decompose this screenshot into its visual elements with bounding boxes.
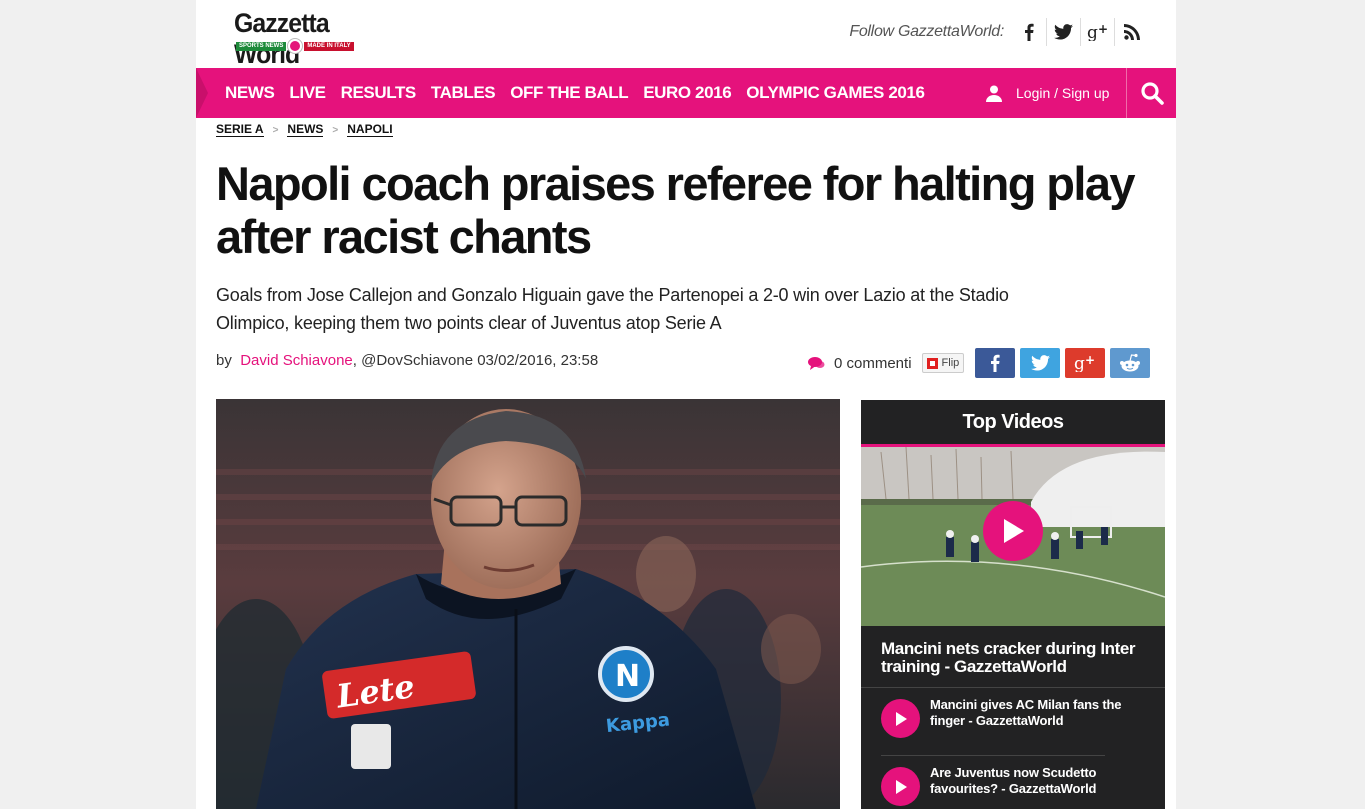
article-subtitle: Goals from Jose Callejon and Gonzalo Hig… (216, 285, 1009, 333)
site-logo[interactable]: Gazzetta World SPORTS NEWS MADE IN ITALY (234, 8, 374, 69)
top-videos-heading: Top Videos (861, 400, 1165, 447)
breadcrumb: SERIE A > NEWS > NAPOLI (216, 123, 393, 137)
play-video-button[interactable] (983, 501, 1043, 561)
logo-left-text: SPORTS NEWS (236, 41, 287, 51)
twitter-icon (1030, 355, 1050, 371)
play-button[interactable] (881, 767, 920, 806)
by-label: by (216, 352, 232, 369)
comments-count: 0 commenti (834, 354, 912, 372)
article-hero-image: Lete N Kappa (216, 399, 840, 809)
flipboard-button[interactable]: Flip (921, 353, 965, 373)
logo-badge-icon (288, 39, 303, 53)
login-signup-link[interactable]: Login / Sign up (986, 68, 1109, 118)
main-nav: NEWS LIVE RESULTS TABLES OFF THE BALL EU… (196, 68, 1176, 118)
rss-link[interactable] (1114, 18, 1148, 46)
share-twitter-button[interactable] (1020, 348, 1061, 378)
facebook-icon (1025, 23, 1034, 41)
video-title[interactable]: Mancini gives AC Milan fans the finger -… (930, 697, 1130, 729)
hero-photo-illustration: Lete N Kappa (216, 399, 840, 809)
nav-item-news[interactable]: NEWS (225, 83, 275, 103)
follow-label: Follow GazzettaWorld: (849, 23, 1004, 40)
comments-link[interactable]: 0 commenti (808, 355, 912, 372)
logo-tagline: SPORTS NEWS MADE IN ITALY (236, 39, 366, 53)
flip-label: Flip (941, 357, 960, 369)
nav-item-olympic-games-2016[interactable]: OLYMPIC GAMES 2016 (746, 83, 925, 103)
svg-text:+: + (1085, 354, 1095, 367)
user-icon (986, 85, 1002, 102)
search-icon (1140, 82, 1164, 105)
logo-right-text: MADE IN ITALY (304, 41, 354, 51)
nav-item-tables[interactable]: TABLES (431, 83, 496, 103)
nav-item-results[interactable]: RESULTS (341, 83, 417, 103)
nav-item-euro-2016[interactable]: EURO 2016 (643, 83, 731, 103)
author-handle-date: , @DovSchiavone 03/02/2016, 23:58 (352, 352, 599, 369)
search-button[interactable] (1126, 68, 1176, 118)
play-icon (895, 779, 907, 794)
chevron-right-icon: > (272, 124, 279, 136)
play-button[interactable] (881, 699, 920, 738)
svg-text:g: g (1074, 354, 1085, 372)
page: Gazzetta World SPORTS NEWS MADE IN ITALY… (196, 0, 1176, 809)
video-title[interactable]: Are Juventus now Scudetto favourites? - … (930, 765, 1130, 797)
svg-text:+: + (1098, 23, 1108, 36)
comment-bubbles-icon (808, 357, 825, 370)
featured-video-thumbnail[interactable] (861, 447, 1165, 626)
chevron-right-icon: > (332, 124, 339, 136)
share-reddit-button[interactable] (1110, 348, 1151, 378)
reddit-icon (1120, 353, 1141, 372)
top-videos-panel: Top Videos Mancini nets cracker during I… (861, 400, 1165, 809)
facebook-icon (991, 354, 1000, 372)
google-plus-icon: g + (1074, 354, 1095, 372)
svg-text:g: g (1087, 23, 1098, 41)
nav-arrow-decoration (196, 68, 208, 118)
article-byline: by David Schiavone, @DovSchiavone 03/02/… (216, 352, 598, 369)
twitter-icon (1054, 24, 1073, 40)
video-list-item[interactable]: Are Juventus now Scudetto favourites? - … (861, 756, 1165, 809)
nav-item-off-the-ball[interactable]: OFF THE BALL (510, 83, 628, 103)
google-plus-link[interactable]: g + (1080, 18, 1114, 46)
flipboard-icon (926, 357, 938, 369)
rss-icon (1123, 24, 1140, 40)
featured-video-title[interactable]: Mancini nets cracker during Inter traini… (861, 626, 1165, 688)
facebook-link[interactable] (1012, 18, 1046, 46)
share-facebook-button[interactable] (975, 348, 1016, 378)
breadcrumb-serie-a[interactable]: SERIE A (216, 123, 264, 137)
breadcrumb-napoli[interactable]: NAPOLI (347, 123, 393, 137)
article-title: Napoli coach praises referee for halting… (216, 157, 1136, 263)
share-google-plus-button[interactable]: g + (1065, 348, 1106, 378)
author-link[interactable]: David Schiavone (240, 352, 353, 369)
google-plus-icon: g + (1087, 23, 1108, 41)
play-icon (1004, 519, 1024, 543)
play-icon (895, 711, 907, 726)
nav-menu: NEWS LIVE RESULTS TABLES OFF THE BALL EU… (225, 68, 940, 118)
nav-item-live[interactable]: LIVE (289, 83, 326, 103)
club-badge-text: N (615, 659, 640, 694)
video-list-item[interactable]: Mancini gives AC Milan fans the finger -… (861, 688, 1165, 756)
follow-bar: Follow GazzettaWorld: g + (849, 18, 1148, 46)
twitter-link[interactable] (1046, 18, 1080, 46)
share-bar: 0 commenti Flip g + (808, 348, 1151, 378)
breadcrumb-news[interactable]: NEWS (287, 123, 324, 137)
login-label: Login / Sign up (1016, 85, 1110, 101)
